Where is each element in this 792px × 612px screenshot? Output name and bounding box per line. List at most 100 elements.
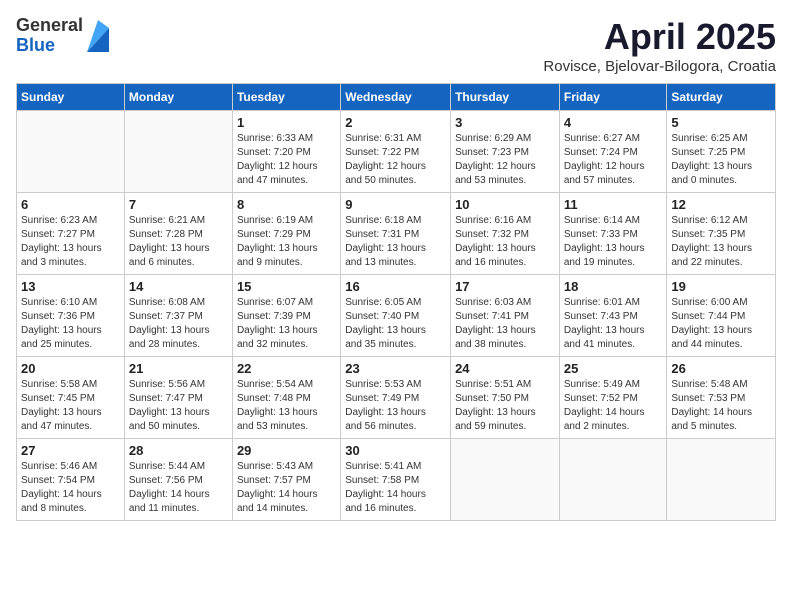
day-info: Sunrise: 5:44 AM Sunset: 7:56 PM Dayligh…	[129, 460, 228, 516]
calendar-week-row: 6Sunrise: 6:23 AM Sunset: 7:27 PM Daylig…	[17, 193, 776, 275]
calendar-cell: 12Sunrise: 6:12 AM Sunset: 7:35 PM Dayli…	[667, 193, 776, 275]
day-info: Sunrise: 5:48 AM Sunset: 7:53 PM Dayligh…	[671, 378, 771, 434]
day-number: 14	[129, 279, 228, 294]
day-info: Sunrise: 6:01 AM Sunset: 7:43 PM Dayligh…	[564, 296, 663, 352]
day-number: 28	[129, 443, 228, 458]
weekday-header: Tuesday	[232, 84, 340, 111]
day-info: Sunrise: 6:03 AM Sunset: 7:41 PM Dayligh…	[455, 296, 555, 352]
calendar-table: SundayMondayTuesdayWednesdayThursdayFrid…	[16, 83, 776, 521]
day-info: Sunrise: 6:16 AM Sunset: 7:32 PM Dayligh…	[455, 214, 555, 270]
calendar-week-row: 27 Sunrise: 5:46 AM Sunset: 7:54 PM Dayli…	[17, 439, 776, 521]
day-info: Sunrise: 6:25 AM Sunset: 7:25 PM Dayligh…	[671, 132, 771, 188]
day-number: 1	[237, 115, 336, 130]
day-info: Sunrise: 6:21 AM Sunset: 7:28 PM Dayligh…	[129, 214, 228, 270]
day-number: 11	[564, 197, 663, 212]
day-number: 17	[455, 279, 555, 294]
day-number: 20	[21, 361, 120, 376]
title-block: April 2025 Rovisce, Bjelovar-Bilogora, C…	[543, 16, 776, 75]
day-number: 4	[564, 115, 663, 130]
logo: General Blue	[16, 16, 109, 56]
day-info: Sunrise: 6:33 AM Sunset: 7:20 PM Dayligh…	[237, 132, 336, 188]
calendar-cell: 18 Sunrise: 6:01 AM Sunset: 7:43 PM Dayli…	[559, 275, 667, 357]
day-info: Sunrise: 5:46 AM Sunset: 7:54 PM Dayligh…	[21, 460, 120, 516]
day-number: 3	[455, 115, 555, 130]
calendar-cell	[451, 439, 560, 521]
calendar-cell: 2 Sunrise: 6:31 AM Sunset: 7:22 PM Daylig…	[341, 111, 451, 193]
calendar-cell: 26 Sunrise: 5:48 AM Sunset: 7:53 PM Dayli…	[667, 357, 776, 439]
calendar-cell: 15 Sunrise: 6:07 AM Sunset: 7:39 PM Dayli…	[232, 275, 340, 357]
day-number: 15	[237, 279, 336, 294]
day-number: 19	[671, 279, 771, 294]
calendar-week-row: 1 Sunrise: 6:33 AM Sunset: 7:20 PM Daylig…	[17, 111, 776, 193]
calendar-cell	[124, 111, 232, 193]
weekday-header: Thursday	[451, 84, 560, 111]
weekday-header-row: SundayMondayTuesdayWednesdayThursdayFrid…	[17, 84, 776, 111]
day-number: 30	[345, 443, 446, 458]
logo-text: General Blue	[16, 16, 83, 56]
day-number: 5	[671, 115, 771, 130]
day-info: Sunrise: 6:27 AM Sunset: 7:24 PM Dayligh…	[564, 132, 663, 188]
calendar-cell: 3 Sunrise: 6:29 AM Sunset: 7:23 PM Daylig…	[451, 111, 560, 193]
day-info: Sunrise: 6:29 AM Sunset: 7:23 PM Dayligh…	[455, 132, 555, 188]
weekday-header: Sunday	[17, 84, 125, 111]
logo-line2: Blue	[16, 36, 83, 56]
day-info: Sunrise: 6:14 AM Sunset: 7:33 PM Dayligh…	[564, 214, 663, 270]
calendar-cell: 25 Sunrise: 5:49 AM Sunset: 7:52 PM Dayli…	[559, 357, 667, 439]
calendar-cell: 9 Sunrise: 6:18 AM Sunset: 7:31 PM Daylig…	[341, 193, 451, 275]
weekday-header: Friday	[559, 84, 667, 111]
day-info: Sunrise: 5:58 AM Sunset: 7:45 PM Dayligh…	[21, 378, 120, 434]
day-number: 23	[345, 361, 446, 376]
calendar-cell: 10 Sunrise: 6:16 AM Sunset: 7:32 PM Dayli…	[451, 193, 560, 275]
day-info: Sunrise: 6:00 AM Sunset: 7:44 PM Dayligh…	[671, 296, 771, 352]
day-number: 25	[564, 361, 663, 376]
calendar-cell	[17, 111, 125, 193]
calendar-cell: 11 Sunrise: 6:14 AM Sunset: 7:33 PM Dayli…	[559, 193, 667, 275]
day-number: 22	[237, 361, 336, 376]
day-number: 27	[21, 443, 120, 458]
day-info: Sunrise: 5:49 AM Sunset: 7:52 PM Dayligh…	[564, 378, 663, 434]
calendar-cell: 5 Sunrise: 6:25 AM Sunset: 7:25 PM Daylig…	[667, 111, 776, 193]
day-number: 2	[345, 115, 446, 130]
day-info: Sunrise: 5:43 AM Sunset: 7:57 PM Dayligh…	[237, 460, 336, 516]
day-info: Sunrise: 6:31 AM Sunset: 7:22 PM Dayligh…	[345, 132, 446, 188]
day-number: 16	[345, 279, 446, 294]
calendar-cell: 21Sunrise: 5:56 AM Sunset: 7:47 PM Dayli…	[124, 357, 232, 439]
calendar-cell: 24 Sunrise: 5:51 AM Sunset: 7:50 PM Dayli…	[451, 357, 560, 439]
logo-icon	[87, 20, 109, 52]
calendar-cell: 30 Sunrise: 5:41 AM Sunset: 7:58 PM Dayli…	[341, 439, 451, 521]
calendar-cell	[559, 439, 667, 521]
calendar-cell: 27 Sunrise: 5:46 AM Sunset: 7:54 PM Dayli…	[17, 439, 125, 521]
day-number: 10	[455, 197, 555, 212]
day-number: 24	[455, 361, 555, 376]
day-info: Sunrise: 6:05 AM Sunset: 7:40 PM Dayligh…	[345, 296, 446, 352]
calendar-week-row: 20 Sunrise: 5:58 AM Sunset: 7:45 PM Dayli…	[17, 357, 776, 439]
calendar-cell: 4 Sunrise: 6:27 AM Sunset: 7:24 PM Daylig…	[559, 111, 667, 193]
calendar-cell: 20 Sunrise: 5:58 AM Sunset: 7:45 PM Dayli…	[17, 357, 125, 439]
day-number: 26	[671, 361, 771, 376]
calendar-cell: 7Sunrise: 6:21 AM Sunset: 7:28 PM Daylig…	[124, 193, 232, 275]
day-info: Sunrise: 6:12 AM Sunset: 7:35 PM Dayligh…	[671, 214, 771, 270]
day-number: 8	[237, 197, 336, 212]
calendar-cell: 6Sunrise: 6:23 AM Sunset: 7:27 PM Daylig…	[17, 193, 125, 275]
calendar-cell: 29 Sunrise: 5:43 AM Sunset: 7:57 PM Dayli…	[232, 439, 340, 521]
calendar-cell: 22Sunrise: 5:54 AM Sunset: 7:48 PM Dayli…	[232, 357, 340, 439]
day-number: 18	[564, 279, 663, 294]
day-info: Sunrise: 6:07 AM Sunset: 7:39 PM Dayligh…	[237, 296, 336, 352]
calendar-cell: 28 Sunrise: 5:44 AM Sunset: 7:56 PM Dayli…	[124, 439, 232, 521]
calendar-cell: 17 Sunrise: 6:03 AM Sunset: 7:41 PM Dayli…	[451, 275, 560, 357]
calendar-week-row: 13Sunrise: 6:10 AM Sunset: 7:36 PM Dayli…	[17, 275, 776, 357]
calendar-cell: 23 Sunrise: 5:53 AM Sunset: 7:49 PM Dayli…	[341, 357, 451, 439]
day-info: Sunrise: 5:53 AM Sunset: 7:49 PM Dayligh…	[345, 378, 446, 434]
day-info: Sunrise: 5:51 AM Sunset: 7:50 PM Dayligh…	[455, 378, 555, 434]
calendar-cell: 13Sunrise: 6:10 AM Sunset: 7:36 PM Dayli…	[17, 275, 125, 357]
calendar-title: April 2025	[543, 16, 776, 58]
weekday-header: Saturday	[667, 84, 776, 111]
page-header: General Blue April 2025 Rovisce, Bjelova…	[16, 16, 776, 75]
calendar-cell: 1 Sunrise: 6:33 AM Sunset: 7:20 PM Daylig…	[232, 111, 340, 193]
weekday-header: Monday	[124, 84, 232, 111]
day-number: 29	[237, 443, 336, 458]
day-number: 9	[345, 197, 446, 212]
day-info: Sunrise: 5:41 AM Sunset: 7:58 PM Dayligh…	[345, 460, 446, 516]
logo-line1: General	[16, 16, 83, 36]
day-info: Sunrise: 6:18 AM Sunset: 7:31 PM Dayligh…	[345, 214, 446, 270]
